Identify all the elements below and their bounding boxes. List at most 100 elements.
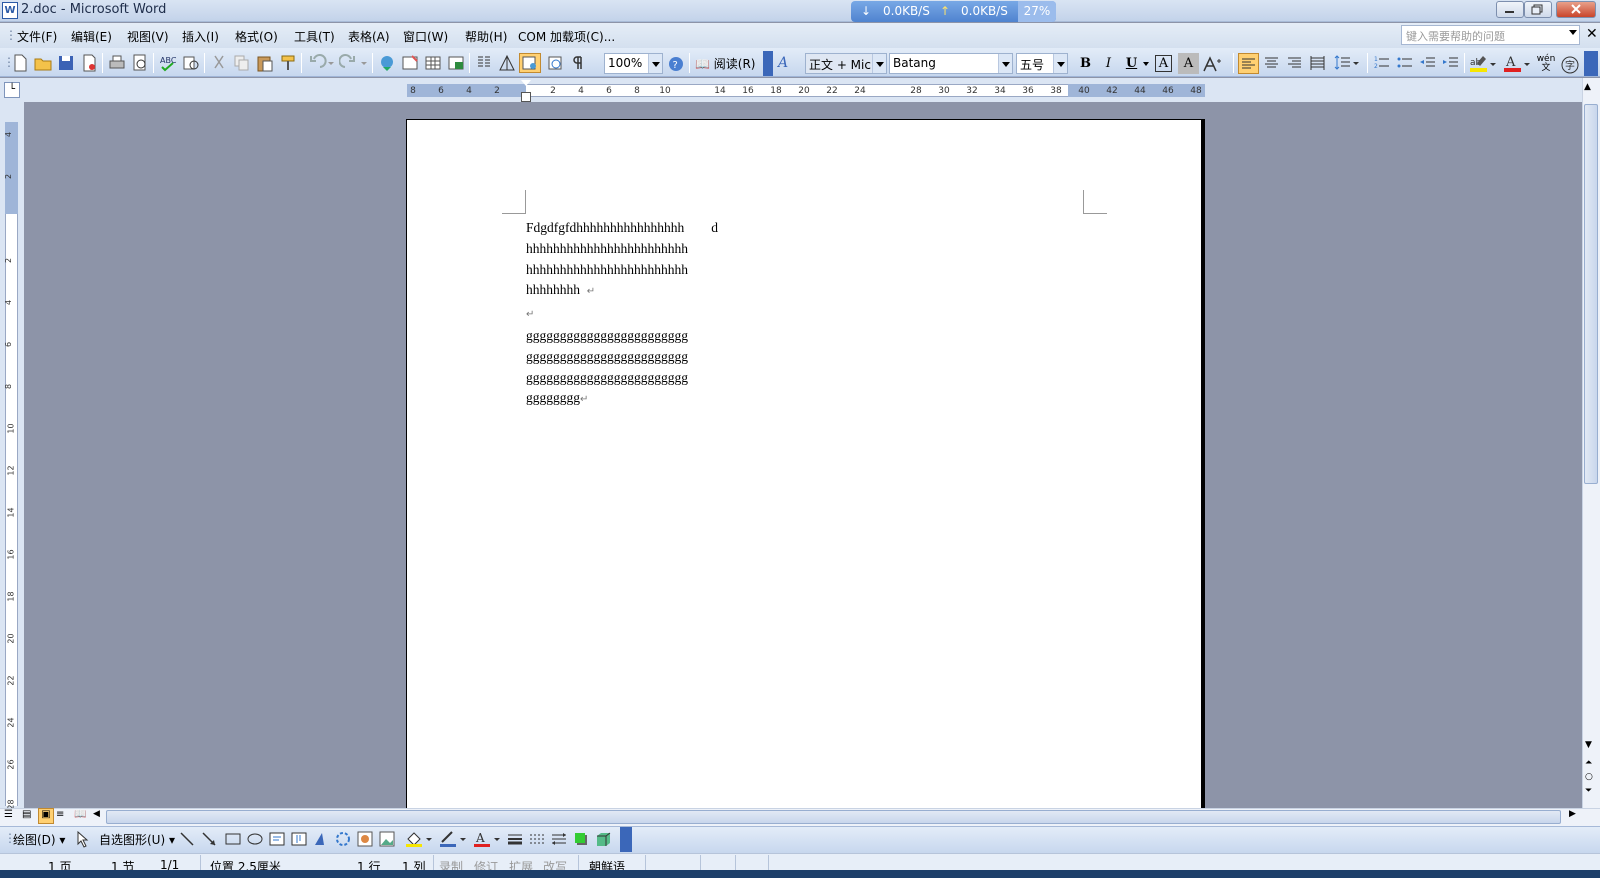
line-color-icon[interactable] — [438, 830, 468, 848]
style-dropdown-icon[interactable] — [872, 54, 886, 73]
character-scaling-icon[interactable] — [1201, 55, 1223, 75]
distributed-align-icon[interactable] — [1308, 53, 1329, 74]
drawbar-font-color-icon[interactable]: A — [472, 830, 502, 848]
document-line[interactable]: gggggggggggggggggggggggg — [526, 368, 725, 389]
arrow-style-icon[interactable] — [550, 830, 568, 848]
redo-icon[interactable] — [339, 53, 369, 73]
increase-indent-icon[interactable] — [1441, 53, 1462, 74]
style-select[interactable]: 正文 + Mic — [805, 53, 887, 74]
align-center-icon[interactable] — [1262, 53, 1283, 74]
insert-picture-icon[interactable] — [378, 830, 396, 848]
document-line[interactable]: gggggggg↵ — [526, 388, 725, 411]
tables-borders-icon[interactable] — [400, 53, 420, 73]
network-monitor[interactable]: ↓ 0.0KB/S ↑ 0.0KB/S 27% — [851, 1, 1056, 22]
paste-icon[interactable] — [255, 53, 275, 73]
line-tool-icon[interactable] — [178, 830, 196, 848]
autoshapes-button[interactable]: 自选图形(U) ▾ — [99, 831, 175, 848]
normal-view-icon[interactable]: ☰ — [4, 809, 18, 824]
document-line[interactable]: gggggggggggggggggggggggg — [526, 326, 725, 347]
print-layout-icon[interactable]: ▣ — [38, 808, 54, 824]
phonetic-guide-icon[interactable]: wén 文 — [1535, 55, 1557, 75]
menu-com-addins[interactable]: COM 加载项(C)... — [518, 28, 615, 45]
menu-edit[interactable]: 编辑(E) — [71, 28, 112, 45]
font-size-select[interactable]: 五号 — [1016, 53, 1068, 74]
copy-icon[interactable] — [232, 53, 252, 73]
underline-button[interactable]: U — [1121, 53, 1142, 74]
dash-style-icon[interactable] — [528, 830, 546, 848]
textbox-icon[interactable] — [268, 830, 286, 848]
vertical-textbox-icon[interactable] — [290, 830, 308, 848]
document-close-icon[interactable]: ✕ — [1586, 26, 1598, 42]
document-line[interactable]: ↵ — [526, 303, 725, 326]
close-button[interactable] — [1556, 1, 1596, 18]
drawing-toggle-icon[interactable] — [497, 53, 517, 73]
highlight-icon[interactable]: ab — [1468, 53, 1498, 74]
document-line[interactable]: hhhhhhhhhhhhhhhhhhhhhhhh — [526, 239, 725, 260]
menu-insert[interactable]: 插入(I) — [182, 28, 219, 45]
outline-view-icon[interactable]: ≡ — [56, 809, 70, 824]
menu-format[interactable]: 格式(O) — [235, 28, 278, 45]
select-browse-object-icon[interactable]: ○ — [1585, 772, 1593, 782]
menu-table[interactable]: 表格(A) — [348, 28, 390, 45]
document-line[interactable]: Fdgdfgfdhhhhhhhhhhhhhhhh d — [526, 218, 725, 239]
shadow-style-icon[interactable] — [572, 830, 590, 848]
rectangle-tool-icon[interactable] — [224, 830, 242, 848]
font-color-icon[interactable]: A — [1502, 53, 1532, 74]
print-icon[interactable] — [107, 53, 127, 73]
scroll-left-icon[interactable]: ◀ — [93, 809, 100, 819]
toolbar-options-icon[interactable] — [1584, 51, 1598, 76]
web-layout-icon[interactable]: ▤ — [22, 809, 36, 824]
cut-icon[interactable] — [209, 53, 229, 73]
zoom-select[interactable]: 100% — [604, 53, 663, 74]
line-style-icon[interactable] — [506, 830, 524, 848]
read-layout-button[interactable]: 📖 阅读(R) — [695, 55, 755, 75]
previous-page-icon[interactable]: ⏶ — [1585, 758, 1592, 768]
open-folder-icon[interactable] — [33, 53, 53, 73]
vertical-scroll-thumb[interactable] — [1584, 104, 1598, 484]
select-objects-icon[interactable] — [75, 830, 91, 848]
help-dropdown-icon[interactable] — [1569, 30, 1577, 35]
scroll-up-icon[interactable]: ▲ — [1584, 82, 1591, 92]
spelling-icon[interactable]: ABC — [158, 53, 178, 73]
print-preview-icon[interactable] — [130, 53, 150, 73]
underline-dropdown-icon[interactable] — [1143, 62, 1149, 66]
zoom-dropdown-icon[interactable] — [648, 54, 662, 73]
left-indent-icon[interactable] — [521, 92, 531, 102]
right-indent-icon[interactable] — [688, 88, 698, 96]
word-app-icon[interactable]: W — [2, 2, 18, 19]
numbering-icon[interactable]: 12 — [1372, 53, 1393, 74]
insert-table-icon[interactable] — [423, 53, 443, 73]
bullets-icon[interactable] — [1395, 53, 1416, 74]
format-painter-icon[interactable] — [278, 53, 298, 73]
3d-style-icon[interactable] — [594, 830, 612, 848]
diagram-icon[interactable] — [334, 830, 352, 848]
columns-icon[interactable] — [474, 53, 494, 73]
horizontal-scroll-thumb[interactable] — [106, 810, 1561, 824]
menu-file[interactable]: 文件(F) — [17, 28, 57, 45]
arrow-tool-icon[interactable] — [200, 830, 218, 848]
document-map-icon[interactable] — [519, 53, 541, 73]
font-select[interactable]: Batang — [889, 53, 1013, 74]
help-icon[interactable]: ? — [667, 55, 685, 73]
paragraph-mark-icon[interactable] — [568, 53, 588, 73]
line-spacing-icon[interactable] — [1333, 53, 1359, 74]
font-size-dropdown-icon[interactable] — [1053, 54, 1067, 73]
styles-pane-icon[interactable]: A — [778, 55, 802, 75]
hyperlink-icon[interactable] — [377, 53, 397, 73]
scroll-down-icon[interactable]: ▼ — [1585, 740, 1592, 750]
toolbar-overflow-icon[interactable] — [763, 51, 773, 76]
wordart-icon[interactable] — [312, 830, 330, 848]
save-icon[interactable] — [56, 53, 76, 73]
show-hide-icon[interactable] — [545, 53, 565, 73]
align-left-icon[interactable] — [1238, 53, 1259, 74]
enclose-character-icon[interactable]: 字 — [1560, 55, 1580, 75]
reading-view-icon[interactable]: 📖 — [74, 809, 88, 824]
document-line[interactable]: gggggggggggggggggggggggg — [526, 347, 725, 368]
first-line-indent-icon[interactable] — [521, 80, 531, 86]
research-icon[interactable] — [181, 53, 201, 73]
menu-view[interactable]: 视图(V) — [127, 28, 169, 45]
menu-tools[interactable]: 工具(T) — [294, 28, 335, 45]
scroll-right-icon[interactable]: ▶ — [1569, 809, 1576, 819]
next-page-icon[interactable]: ⏷ — [1585, 786, 1592, 796]
italic-button[interactable]: I — [1098, 53, 1119, 74]
